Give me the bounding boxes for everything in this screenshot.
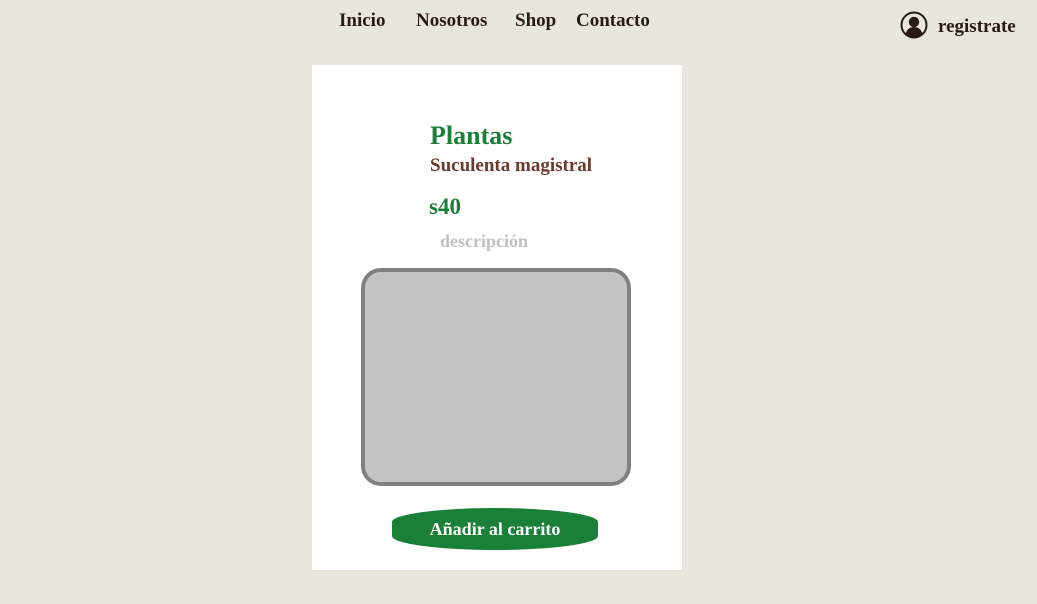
product-name: Suculenta magistral — [430, 155, 593, 176]
product-category: Plantas — [430, 121, 513, 150]
user-circle-icon — [900, 11, 928, 39]
register-link[interactable]: registrate — [900, 11, 1016, 39]
product-card: Plantas Suculenta magistral s40 descripc… — [312, 65, 682, 570]
nav-link-nosotros[interactable]: Nosotros — [416, 10, 487, 32]
product-description: descripción — [440, 231, 528, 251]
top-nav: Inicio Nosotros Shop Contacto registrate — [0, 0, 1037, 50]
nav-link-inicio[interactable]: Inicio — [339, 10, 385, 32]
register-label: registrate — [938, 16, 1016, 37]
product-price: s40 — [429, 194, 461, 219]
product-image-placeholder — [361, 268, 631, 486]
add-to-cart-button[interactable]: Añadir al carrito — [392, 508, 598, 550]
nav-link-shop[interactable]: Shop — [515, 10, 556, 32]
nav-link-contacto[interactable]: Contacto — [576, 10, 650, 32]
